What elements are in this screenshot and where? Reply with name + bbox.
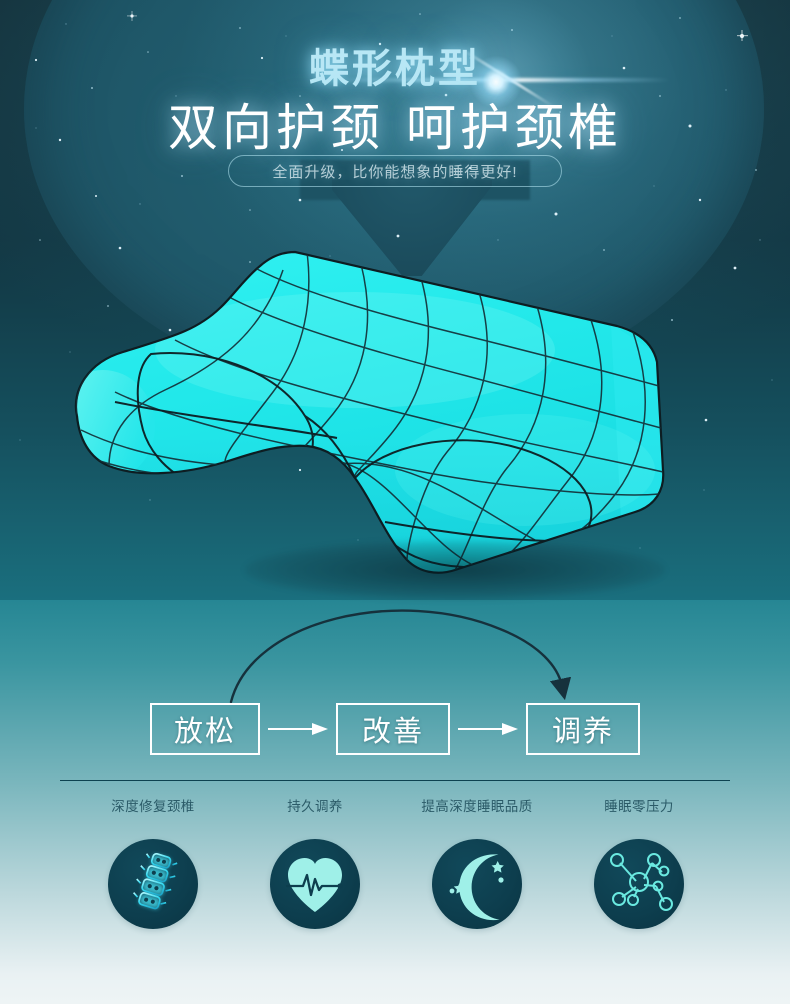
headline-secondary: 蝶形枕型 [309, 47, 481, 91]
headline-primary: 双向护颈 呵护颈椎 [0, 88, 790, 160]
flow-step-relax[interactable]: 放松 [150, 703, 260, 755]
feature-icon-circle [594, 839, 684, 929]
heart-pulse-icon [285, 858, 343, 912]
feature-label: 提高深度睡眠品质 [421, 799, 533, 814]
feature-item-spine[interactable]: 深度修复颈椎 [70, 795, 236, 929]
headline-primary-right: 呵护颈椎 [406, 100, 622, 156]
moon-stars-icon [449, 854, 504, 921]
flow-step-improve[interactable]: 改善 [336, 703, 450, 755]
feature-icon-circle [432, 839, 522, 929]
molecule-icon [610, 853, 673, 911]
product-image [55, 240, 695, 600]
feature-label: 睡眠零压力 [604, 799, 674, 814]
feature-list: 深度修复颈椎 持久调养 提高深度睡眠品质 睡眠零压力 [60, 795, 730, 975]
feature-icon-circle [270, 839, 360, 929]
feature-item-zero-pressure[interactable]: 睡眠零压力 [556, 795, 722, 929]
feature-item-heart[interactable]: 持久调养 [232, 795, 398, 929]
arrow-right-icon [268, 723, 328, 735]
section-divider [60, 780, 730, 781]
feature-label: 持久调养 [287, 799, 343, 814]
feature-item-sleep-quality[interactable]: 提高深度睡眠品质 [394, 795, 560, 929]
arrow-right-icon [458, 723, 518, 735]
subtitle-badge: 全面升级，比你能想象的睡得更好! [228, 155, 562, 187]
product-banner: 蝶形枕型 双向护颈 呵护颈椎 全面升级，比你能想象的睡得更好! 放松 改善 调养… [0, 0, 790, 1004]
feature-icon-circle [108, 839, 198, 929]
flow-step-nourish[interactable]: 调养 [526, 703, 640, 755]
feature-label: 深度修复颈椎 [111, 799, 195, 814]
spine-xray-icon [132, 849, 178, 914]
headline-primary-left: 双向护颈 [168, 100, 384, 156]
subtitle-text: 全面升级，比你能想象的睡得更好! [272, 163, 518, 181]
